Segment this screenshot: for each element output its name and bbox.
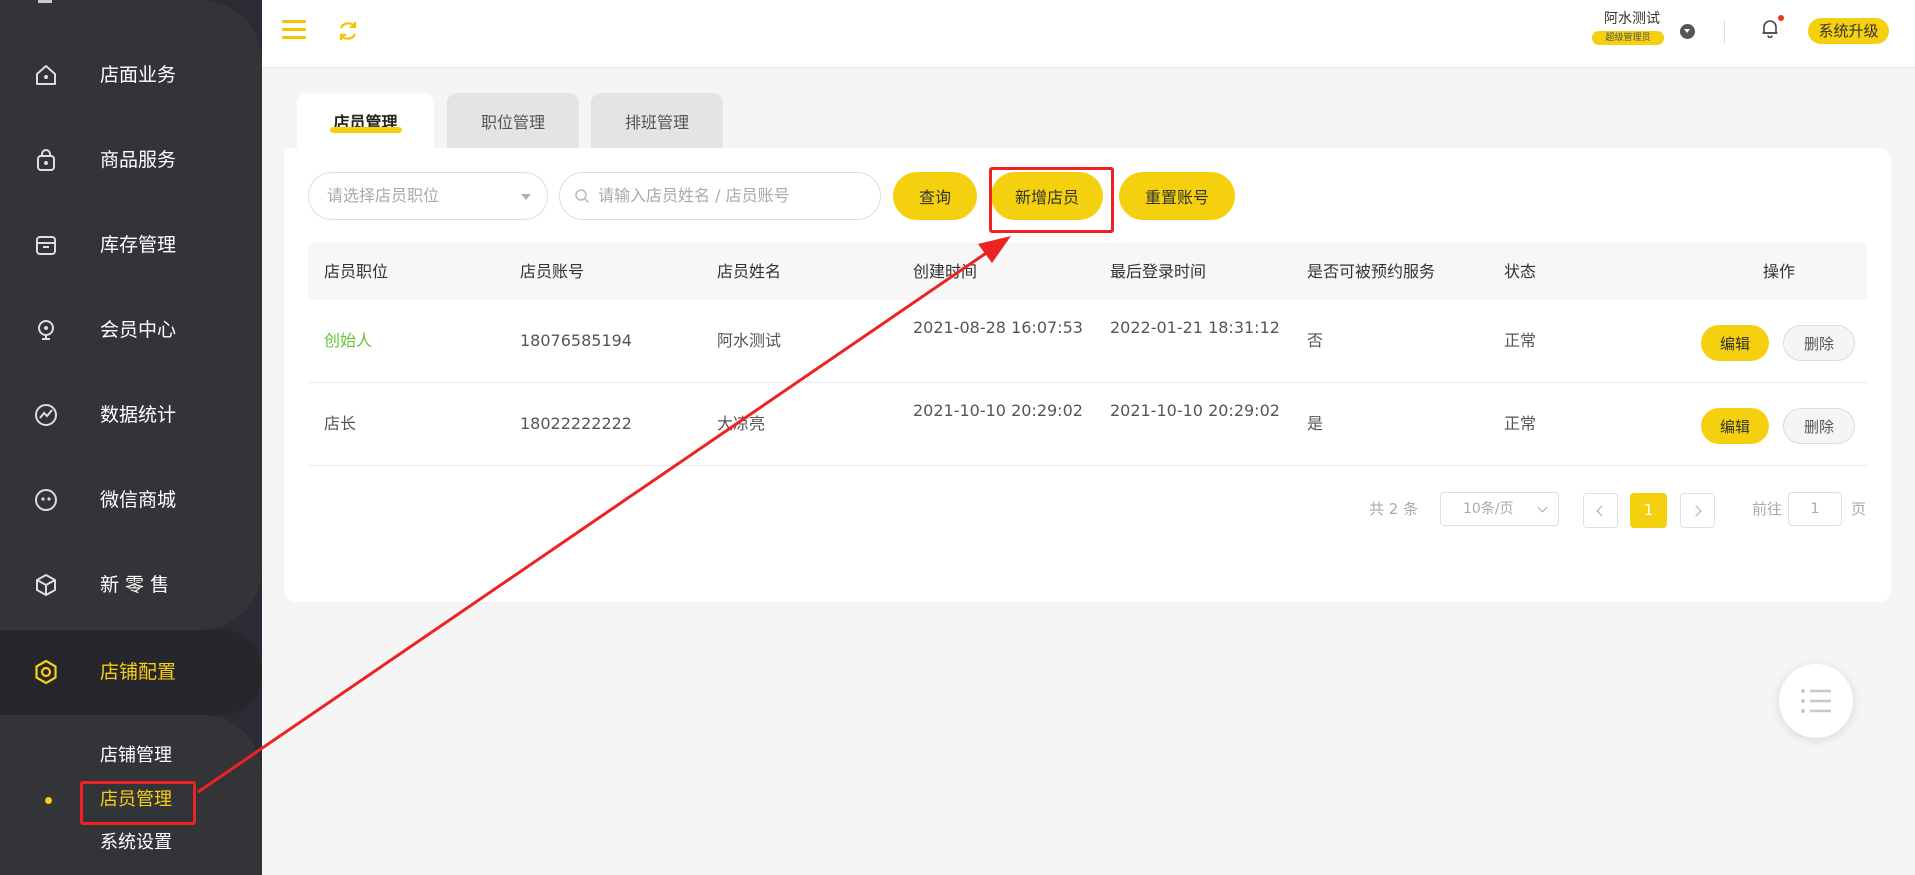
sidebar-item-new-retail[interactable]: 新 零 售	[0, 555, 262, 615]
column-header: 创建时间	[913, 262, 978, 281]
delete-button[interactable]: 删除	[1783, 325, 1855, 361]
sidebar-item-store-config[interactable]: 店铺配置	[0, 642, 262, 702]
bag-icon	[37, 149, 55, 171]
search-icon	[575, 189, 590, 204]
sidebar-item-label: 会员中心	[100, 319, 177, 341]
cell-created: 2021-10-10 20:29:02	[913, 401, 1083, 420]
delete-button[interactable]: 删除	[1783, 408, 1855, 444]
position-select-placeholder: 请选择店员职位	[327, 186, 440, 205]
chart-icon	[35, 404, 57, 426]
username: 阿水测试	[1604, 11, 1660, 27]
list-icon	[1801, 689, 1831, 713]
sidebar-subitem-shop-manage[interactable]: 店铺管理	[100, 744, 172, 768]
cell-created: 2021-08-28 16:07:53	[913, 318, 1083, 337]
cell-last-login: 2022-01-21 18:31:12	[1110, 318, 1280, 337]
sidebar-item-label: 微信商城	[100, 489, 177, 511]
caret-down-icon	[521, 194, 531, 200]
cell-bookable: 否	[1307, 331, 1324, 350]
settings-icon	[35, 659, 57, 685]
column-header: 店员姓名	[717, 262, 782, 281]
column-header: 店员账号	[520, 262, 585, 281]
column-header: 操作	[1763, 262, 1796, 281]
cell-status: 正常	[1504, 414, 1537, 433]
active-dot	[45, 797, 52, 804]
wechat-icon	[35, 489, 57, 511]
column-header: 状态	[1504, 262, 1537, 281]
sidebar-item-goods-service[interactable]: 商品服务	[0, 130, 262, 190]
goto-label: 前往	[1752, 500, 1783, 518]
bell-icon[interactable]	[1761, 18, 1779, 38]
sidebar-item-label: 商品服务	[100, 149, 177, 171]
notification-dot	[1778, 15, 1784, 21]
cell-account: 18076585194	[520, 331, 632, 350]
table-header: 店员职位 店员账号 店员姓名 创建时间 最后登录时间 是否可被预约服务 状态 操…	[308, 243, 1867, 300]
sidebar-item-label: 店铺配置	[100, 661, 177, 683]
annotation-box-add-staff	[989, 167, 1114, 233]
role-badge: 超级管理员	[1592, 31, 1664, 45]
prev-page-button[interactable]	[1583, 493, 1618, 528]
cell-name: 阿水测试	[717, 331, 782, 350]
page-number-current[interactable]: 1	[1630, 493, 1667, 528]
sidebar-top-line	[38, 0, 52, 3]
chevron-left-icon	[1596, 505, 1608, 517]
cube-icon	[36, 574, 56, 596]
sidebar-item-label: 库存管理	[100, 234, 177, 256]
sidebar-item-wechat-mall[interactable]: 微信商城	[0, 470, 262, 530]
header-divider	[1724, 20, 1725, 44]
annotation-box-staff-manage	[80, 781, 196, 825]
sidebar-item-label: 店面业务	[100, 64, 177, 86]
refresh-icon[interactable]	[336, 19, 360, 43]
sidebar-item-member-center[interactable]: 会员中心	[0, 300, 262, 360]
column-header: 最后登录时间	[1110, 262, 1207, 281]
cell-status: 正常	[1504, 331, 1537, 350]
next-page-button[interactable]	[1680, 493, 1715, 528]
pagination-total: 共 2 条	[1369, 500, 1419, 518]
search-input[interactable]: 请输入店员姓名 / 店员账号	[559, 172, 881, 220]
top-header: 阿水测试 超级管理员 系统升级	[262, 0, 1915, 68]
menu-icon[interactable]	[282, 20, 306, 40]
member-icon	[38, 320, 54, 340]
cell-bookable: 是	[1307, 414, 1324, 433]
table-row: 创始人 18076585194 阿水测试 2021-08-28 16:07:53…	[308, 300, 1867, 383]
chevron-right-icon	[1690, 505, 1702, 517]
column-header: 店员职位	[324, 262, 389, 281]
cell-position: 店长	[324, 414, 357, 433]
query-button[interactable]: 查询	[893, 172, 977, 220]
sidebar-subitem-system-settings[interactable]: 系统设置	[100, 831, 172, 855]
position-select[interactable]: 请选择店员职位	[308, 172, 548, 220]
tab-staff-manage[interactable]: 店员管理	[297, 93, 434, 148]
float-menu-button[interactable]	[1779, 664, 1853, 738]
box-icon	[36, 236, 56, 255]
system-upgrade-button[interactable]: 系统升级	[1808, 18, 1889, 44]
edit-button[interactable]: 编辑	[1701, 325, 1769, 361]
tab-position-manage[interactable]: 职位管理	[447, 93, 579, 148]
sidebar-item-inventory[interactable]: 库存管理	[0, 215, 262, 275]
page-size-select[interactable]: 10条/页	[1440, 492, 1559, 526]
cell-position: 创始人	[324, 331, 373, 350]
chevron-down-icon	[1537, 502, 1548, 513]
user-info[interactable]: 阿水测试 超级管理员	[1592, 10, 1672, 45]
goto-page-input[interactable]: 1	[1788, 492, 1842, 526]
page-size-value: 10条/页	[1463, 501, 1514, 517]
tab-schedule-manage[interactable]: 排班管理	[591, 93, 723, 148]
chevron-down-icon[interactable]	[1680, 24, 1695, 39]
table-row: 店长 18022222222 大凉亮 2021-10-10 20:29:02 2…	[308, 383, 1867, 466]
page-suffix: 页	[1851, 500, 1867, 518]
house-icon	[36, 65, 56, 85]
sidebar-item-label: 数据统计	[100, 404, 177, 426]
sidebar-item-label: 新 零 售	[100, 574, 170, 596]
tab-active-underline	[330, 127, 402, 133]
sidebar-item-statistics[interactable]: 数据统计	[0, 385, 262, 445]
sidebar: 店面业务 商品服务 库存管理 会员中心 数据统计 微信商城 新 零 售 店铺配置…	[0, 0, 262, 875]
column-header: 是否可被预约服务	[1307, 262, 1436, 281]
cell-last-login: 2021-10-10 20:29:02	[1110, 401, 1280, 420]
cell-name: 大凉亮	[717, 414, 766, 433]
reset-account-button[interactable]: 重置账号	[1119, 172, 1235, 220]
search-placeholder: 请输入店员姓名 / 店员账号	[598, 186, 790, 205]
edit-button[interactable]: 编辑	[1701, 408, 1769, 444]
cell-account: 18022222222	[520, 414, 632, 433]
sidebar-item-store-business[interactable]: 店面业务	[0, 45, 262, 105]
